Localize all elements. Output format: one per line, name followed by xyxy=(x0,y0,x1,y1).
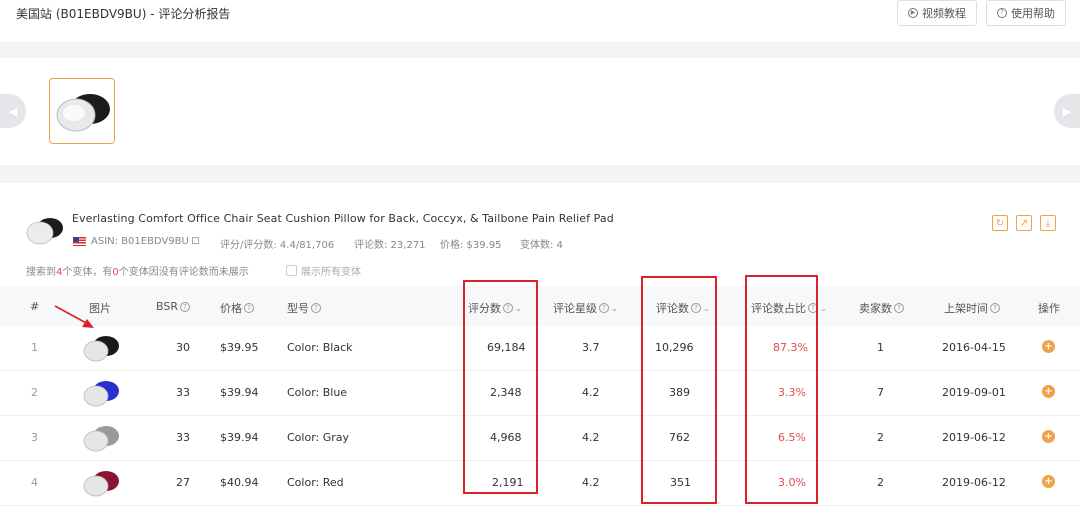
price-summary: 价格: $39.95 xyxy=(440,240,502,251)
row-index: 3 xyxy=(31,431,38,444)
star-value: 4.2 xyxy=(582,476,600,489)
highlight-rating-count-column xyxy=(463,280,538,494)
sort-icon: ⌄ xyxy=(820,303,827,313)
checkbox-box[interactable] xyxy=(286,265,297,276)
rating-summary: 评分/评分数: 4.4/81,706 xyxy=(220,240,335,251)
operation-icon[interactable]: + xyxy=(1042,385,1055,398)
col-operations: 操作 xyxy=(1038,302,1060,315)
variant-thumbnail xyxy=(83,426,119,452)
col-bsr[interactable]: BSR? xyxy=(156,300,190,313)
download-icon[interactable]: ⤓ xyxy=(1040,215,1056,231)
model-value: Color: Blue xyxy=(287,386,348,399)
help-icon: ? xyxy=(179,301,190,312)
variant-search-note: 搜索到4个变体，有0个变体因没有评论数而未展示 xyxy=(26,267,249,278)
help-icon: ? xyxy=(990,303,1000,313)
video-tutorial-button[interactable]: ▶ 视频教程 xyxy=(897,0,977,26)
play-icon: ▶ xyxy=(908,8,918,18)
bsr-value: 30 xyxy=(176,341,190,354)
sellers-value: 2 xyxy=(877,476,884,489)
bsr-value: 27 xyxy=(176,476,190,489)
variant-thumbnail xyxy=(83,336,119,362)
table-row: 3 33 $39.94 Color: Gray 4,968 4.2 762 6.… xyxy=(0,416,1080,461)
star-value: 3.7 xyxy=(582,341,600,354)
col-launch-date[interactable]: 上架时间? xyxy=(944,300,1000,316)
price-value: $40.94 xyxy=(220,476,259,489)
refresh-icon[interactable]: ↻ xyxy=(992,215,1008,231)
row-index: 2 xyxy=(31,386,38,399)
help-label: 使用帮助 xyxy=(1011,7,1055,20)
price-value: $39.94 xyxy=(220,386,259,399)
asin-link[interactable]: ASIN: B01EBDV9BU xyxy=(91,236,199,247)
highlight-review-share-column xyxy=(745,275,818,504)
launch-date-value: 2019-09-01 xyxy=(942,386,1006,399)
page-title: 美国站 (B01EBDV9BU) - 评论分析报告 xyxy=(16,7,231,21)
question-icon: ? xyxy=(997,8,1007,18)
star-value: 4.2 xyxy=(582,386,600,399)
product-title: Everlasting Comfort Office Chair Seat Cu… xyxy=(72,212,614,225)
table-row: 4 27 $40.94 Color: Red 2,191 4.2 351 3.0… xyxy=(0,461,1080,506)
col-model[interactable]: 型号? xyxy=(287,300,321,316)
selected-variant-thumbnail[interactable] xyxy=(49,78,115,144)
launch-date-value: 2016-04-15 xyxy=(942,341,1006,354)
launch-date-value: 2019-06-12 xyxy=(942,476,1006,489)
launch-date-value: 2019-06-12 xyxy=(942,431,1006,444)
help-icon: ? xyxy=(244,303,254,313)
model-value: Color: Black xyxy=(287,341,353,354)
operation-icon[interactable]: + xyxy=(1042,430,1055,443)
share-icon[interactable]: ↗ xyxy=(1016,215,1032,231)
help-icon: ? xyxy=(311,303,321,313)
sellers-value: 7 xyxy=(877,386,884,399)
model-value: Color: Red xyxy=(287,476,344,489)
sellers-value: 1 xyxy=(877,341,884,354)
product-thumbnail xyxy=(26,218,63,245)
show-all-variants-checkbox[interactable]: 展示所有变体 xyxy=(286,263,361,278)
top-bar: 美国站 (B01EBDV9BU) - 评论分析报告 ▶ 视频教程 ? 使用帮助 xyxy=(0,0,1080,42)
red-arrow-annotation xyxy=(54,305,94,328)
us-flag-icon xyxy=(73,237,86,246)
cushion-image xyxy=(56,94,110,132)
table-header: # 图片 BSR? 价格? 型号? 评分数? ⌄ 评论星级? ⌄ 评论数? ⌄ 评论数… xyxy=(0,286,1080,326)
analysis-panel: Everlasting Comfort Office Chair Seat Cu… xyxy=(0,183,1080,510)
row-index: 1 xyxy=(31,341,38,354)
bsr-value: 33 xyxy=(176,431,190,444)
model-value: Color: Gray xyxy=(287,431,350,444)
variant-count-summary: 变体数: 4 xyxy=(520,240,563,251)
col-star-rating[interactable]: 评论星级? ⌄ xyxy=(553,300,618,316)
col-price[interactable]: 价格? xyxy=(220,300,254,316)
help-button[interactable]: ? 使用帮助 xyxy=(986,0,1066,26)
col-index: # xyxy=(30,300,40,313)
star-value: 4.2 xyxy=(582,431,600,444)
bsr-value: 33 xyxy=(176,386,190,399)
table-row: 2 33 $39.94 Color: Blue 2,348 4.2 389 3.… xyxy=(0,371,1080,416)
help-icon: ? xyxy=(894,303,904,313)
carousel-next-button[interactable]: ▶ xyxy=(1054,94,1080,128)
operation-icon[interactable]: + xyxy=(1042,475,1055,488)
video-tutorial-label: 视频教程 xyxy=(922,7,966,20)
variant-thumbnail xyxy=(83,471,119,497)
variant-thumbnail xyxy=(83,381,119,407)
price-value: $39.94 xyxy=(220,431,259,444)
carousel-prev-button[interactable]: ◀ xyxy=(0,94,26,128)
price-value: $39.95 xyxy=(220,341,259,354)
variant-carousel: ◀ ▶ xyxy=(0,58,1080,165)
sellers-value: 2 xyxy=(877,431,884,444)
table-row: 1 30 $39.95 Color: Black 69,184 3.7 10,2… xyxy=(0,326,1080,371)
col-sellers[interactable]: 卖家数? xyxy=(859,300,904,316)
highlight-review-count-column xyxy=(641,276,717,504)
row-index: 4 xyxy=(31,476,38,489)
external-link-icon xyxy=(191,237,199,244)
help-icon: ? xyxy=(599,303,609,313)
sort-icon: ⌄ xyxy=(611,303,618,313)
review-count-summary: 评论数: 23,271 xyxy=(354,240,426,251)
operation-icon[interactable]: + xyxy=(1042,340,1055,353)
